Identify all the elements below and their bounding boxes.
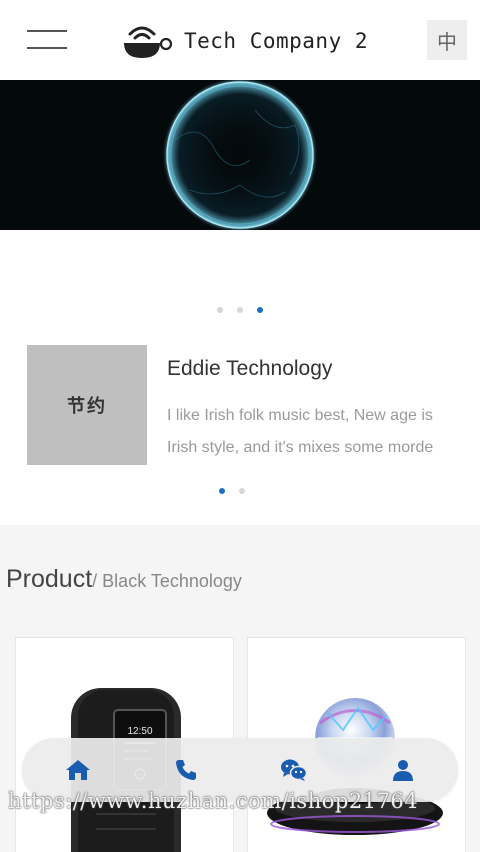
- banner-slide[interactable]: [0, 80, 480, 230]
- menu-line: [27, 30, 67, 32]
- banner-dot[interactable]: [217, 307, 223, 313]
- news-thumbnail[interactable]: 节约: [27, 345, 147, 465]
- bowl-wifi-logo: [124, 26, 173, 58]
- news-desc-line: Irish style, and it's mixes some morde: [167, 439, 434, 456]
- banner-dot[interactable]: [237, 307, 243, 313]
- news-carousel: 节约 Eddie Technology I like Irish folk mu…: [0, 330, 480, 520]
- user-icon[interactable]: [389, 756, 417, 784]
- news-dot[interactable]: [239, 488, 245, 494]
- watermark-text: https://www.huzhan.com/ishop21764: [8, 789, 419, 813]
- news-dot-active[interactable]: [219, 488, 225, 494]
- header: Tech Company 2 中: [0, 0, 480, 80]
- news-title[interactable]: Eddie Technology: [167, 357, 332, 381]
- glowing-sphere-banner: [0, 80, 480, 230]
- news-description: I like Irish folk music best, New age is…: [167, 400, 457, 464]
- logo[interactable]: Tech Company 2: [122, 22, 368, 60]
- news-desc-line: I like Irish folk music best, New age is: [167, 407, 433, 424]
- wechat-icon[interactable]: [280, 756, 308, 784]
- home-icon[interactable]: [64, 756, 92, 784]
- news-pagination: [219, 488, 245, 494]
- hamburger-menu-icon[interactable]: [27, 28, 67, 50]
- tracker-time: 12:50: [127, 726, 152, 737]
- menu-line: [27, 47, 67, 49]
- page: Tech Company 2 中 节约 Eddie Technology I l…: [0, 0, 480, 852]
- product-heading: Product/ Black Technology: [6, 565, 242, 594]
- product-title: Product: [6, 565, 93, 593]
- product-subtitle: / Black Technology: [92, 571, 242, 591]
- language-switch-button[interactable]: 中: [427, 20, 467, 60]
- company-name: Tech Company 2: [184, 29, 369, 53]
- phone-icon[interactable]: [172, 756, 200, 784]
- banner-dot-active[interactable]: [257, 307, 263, 313]
- thumbnail-text: 节约: [67, 396, 107, 417]
- banner-pagination: [217, 307, 263, 313]
